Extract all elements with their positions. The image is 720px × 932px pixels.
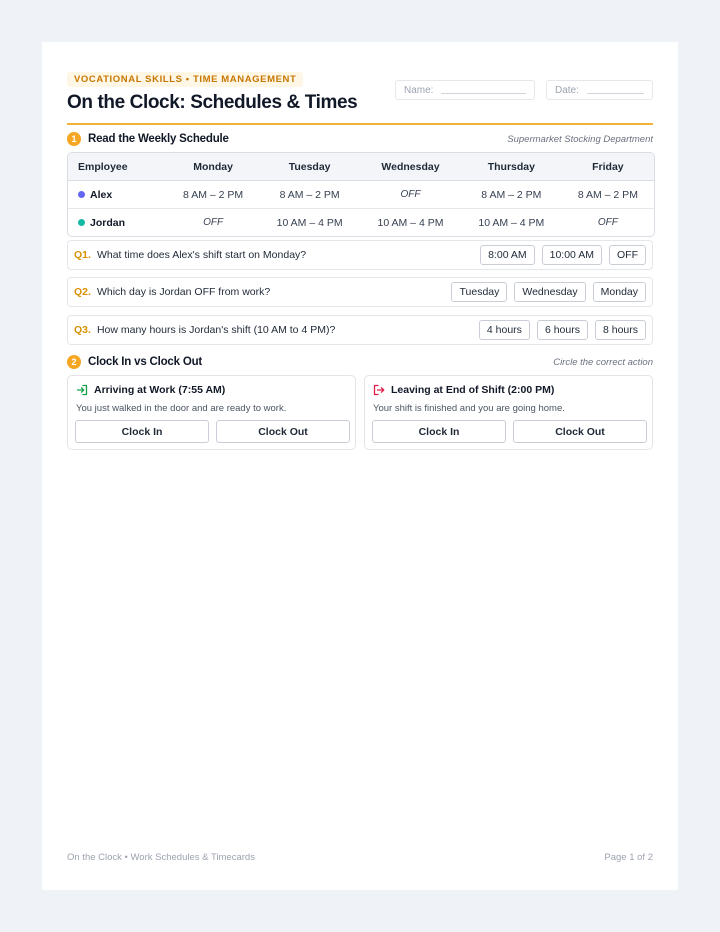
shift-cell: OFF [203,217,224,228]
employee-color-dot [78,190,85,198]
page-number: Page 1 of 2 [604,852,653,863]
question-number: Q1. [74,249,91,261]
section-1-title: Read the Weekly Schedule [88,133,229,145]
section-2-note: Circle the correct action [553,356,653,368]
card-description: You just walked in the door and are read… [76,403,287,414]
column-header-tuesday: Tuesday [259,153,361,181]
shift-cell: 10 AM – 4 PM [276,216,343,229]
answer-options: 8:00 AM 10:00 AM OFF [480,245,646,265]
name-label: Name: [404,84,434,96]
column-header-employee: Employee [68,153,167,181]
answer-option[interactable]: Tuesday [451,282,508,302]
employee-name: Jordan [90,216,126,229]
header-divider [67,123,653,125]
clock-in-button[interactable]: Clock In [75,420,209,443]
shift-cell: 10 AM – 4 PM [377,216,444,229]
name-field[interactable]: Name: [395,80,535,100]
question-text: What time does Alex's shift start on Mon… [96,249,307,261]
card-actions: Clock In Clock Out [372,420,647,443]
section-1-header: 1 Read the Weekly Schedule Supermarket S… [67,131,653,147]
footer-title: On the Clock • Work Schedules & Timecard… [67,852,255,863]
section-1-number: 1 [67,132,81,146]
answer-option[interactable]: Wednesday [514,282,586,302]
subject-kicker: VOCATIONAL SKILLS • TIME MANAGEMENT [67,72,304,87]
table-row: Jordan OFF 10 AM – 4 PM 10 AM – 4 PM 10 … [68,209,654,237]
scenario-card-leaving: Leaving at End of Shift (2:00 PM) Your s… [364,375,653,450]
logout-icon [373,384,385,396]
shift-cell: OFF [597,217,618,228]
question-1: Q1. What time does Alex's shift start on… [67,240,653,270]
question-number: Q3. [74,324,91,336]
shift-cell: 8 AM – 2 PM [460,180,562,209]
date-label: Date: [555,84,579,96]
section-2-title: Clock In vs Clock Out [88,356,203,368]
answer-option[interactable]: 6 hours [536,320,588,340]
column-header-monday: Monday [167,153,260,181]
shift-cell: OFF [360,180,461,209]
table-row: Alex 8 AM – 2 PM 8 AM – 2 PM OFF 8 AM – … [68,180,654,209]
card-description: Your shift is finished and you are going… [373,403,565,414]
section-1-note: Supermarket Stocking Department [507,133,653,145]
section-2-number: 2 [67,355,81,369]
weekly-schedule-table: Employee Monday Tuesday Wednesday Thursd… [67,152,655,237]
question-2: Q2. Which day is Jordan OFF from work? T… [67,277,653,307]
answer-option[interactable]: 8 hours [594,320,646,340]
answer-option[interactable]: 10:00 AM [541,245,602,265]
question-number: Q2. [74,286,91,298]
card-title: Leaving at End of Shift (2:00 PM) [373,384,554,396]
column-header-thursday: Thursday [460,153,562,181]
shift-cell: 8 AM – 2 PM [561,180,654,209]
employee-cell: Alex [68,180,167,209]
scenario-card-arriving: Arriving at Work (7:55 AM) You just walk… [67,375,356,450]
name-line [441,92,526,94]
card-title: Arriving at Work (7:55 AM) [76,384,225,396]
page-title: On the Clock: Schedules & Times [67,92,358,113]
answer-options: 4 hours 6 hours 8 hours [478,320,646,340]
worksheet-page: VOCATIONAL SKILLS • TIME MANAGEMENT On t… [42,42,678,890]
login-icon [76,384,88,396]
date-line [586,92,644,94]
employee-cell: Jordan [68,209,167,237]
clock-in-button[interactable]: Clock In [372,420,506,443]
question-text: How many hours is Jordan's shift (10 AM … [96,324,336,336]
answer-option[interactable]: 4 hours [478,320,530,340]
shift-cell: 8 AM – 2 PM [259,180,361,209]
card-title-text: Arriving at Work (7:55 AM) [94,384,226,396]
page-footer: On the Clock • Work Schedules & Timecard… [67,852,653,863]
question-3: Q3. How many hours is Jordan's shift (10… [67,315,653,345]
column-header-wednesday: Wednesday [360,153,461,181]
shift-cell: 10 AM – 4 PM [478,216,545,229]
card-actions: Clock In Clock Out [75,420,350,443]
answer-options: Tuesday Wednesday Monday [451,282,646,302]
clock-out-button[interactable]: Clock Out [216,420,350,443]
column-header-friday: Friday [561,153,654,181]
answer-option[interactable]: OFF [609,245,646,265]
clock-out-button[interactable]: Clock Out [513,420,647,443]
card-title-text: Leaving at End of Shift (2:00 PM) [391,384,555,396]
question-text: Which day is Jordan OFF from work? [96,286,271,298]
answer-option[interactable]: 8:00 AM [480,245,535,265]
answer-option[interactable]: Monday [592,282,646,302]
shift-cell: 8 AM – 2 PM [167,180,260,209]
date-field[interactable]: Date: [546,80,653,100]
employee-name: Alex [90,188,113,201]
section-2-header: 2 Clock In vs Clock Out Circle the corre… [67,354,653,370]
employee-color-dot [78,218,85,226]
